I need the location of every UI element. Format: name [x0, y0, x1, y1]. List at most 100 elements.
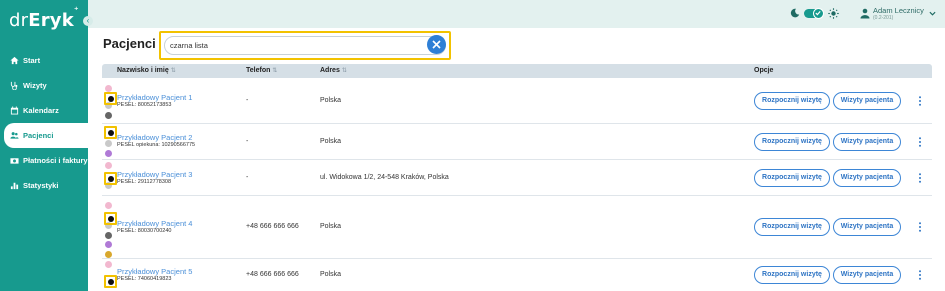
collapse-sidebar-button[interactable]: ‹ [83, 16, 93, 26]
table-row: Przykładowy Pacjent 2 PESEL opiekuna: 10… [102, 124, 932, 160]
sidebar-item-kalendarz[interactable]: Kalendarz [0, 98, 88, 123]
table-header: Nazwisko i imię ⇅ Telefon ⇅ Adres ⇅ Opcje [102, 64, 932, 78]
patient-name-link[interactable]: Przykładowy Pacjent 5 [117, 267, 192, 276]
patient-tags [104, 85, 117, 121]
sidebar-item-label: Płatności i faktury [23, 156, 88, 165]
user-role: (0.2-201) [873, 15, 894, 21]
tag-dot-black [107, 215, 114, 222]
sort-icon: ⇅ [341, 68, 347, 74]
tag-dot-black [107, 175, 114, 182]
toggle-knob [813, 8, 824, 19]
tag-dot-pink [105, 85, 112, 92]
sidebar-item-start[interactable]: Start [0, 48, 88, 73]
tag-dot-purple [105, 149, 112, 157]
tag-dot-pink [105, 261, 112, 268]
chevron-down-icon[interactable] [929, 10, 936, 17]
home-icon [10, 56, 19, 65]
tag-dot-purple [105, 241, 112, 248]
start-visit-button[interactable]: Rozpocznij wizytę [754, 133, 830, 151]
patient-visits-button[interactable]: Wizyty pacjenta [833, 92, 901, 110]
tag-dot-blacklist-highlight [104, 172, 117, 185]
stethoscope-icon [10, 81, 18, 90]
patient-name-link[interactable]: Przykładowy Pacjent 2 [117, 133, 192, 142]
tag-dot-blacklist-highlight [104, 126, 117, 139]
patient-phone: +48 666 666 666 [246, 223, 299, 230]
bar-chart-icon [10, 182, 19, 190]
tag-dot-pink [105, 162, 112, 169]
sidebar-item-label: Kalendarz [23, 106, 59, 115]
more-options-icon[interactable] [918, 137, 922, 147]
start-visit-button[interactable]: Rozpocznij wizytę [754, 92, 830, 110]
column-header-phone[interactable]: Telefon ⇅ [246, 67, 277, 74]
tag-dot-gold [105, 250, 112, 258]
patient-name-link[interactable]: Przykładowy Pacjent 4 [117, 219, 192, 228]
sort-icon: ⇅ [170, 68, 176, 74]
column-header-name[interactable]: Nazwisko i imię ⇅ [117, 67, 176, 74]
patient-pesel: PESEL: 80030700240 [117, 228, 172, 234]
logo-sup: ⁺ [73, 6, 79, 16]
check-icon [815, 11, 821, 16]
column-label: Nazwisko i imię [117, 67, 169, 74]
column-label: Adres [320, 67, 340, 74]
start-visit-button[interactable]: Rozpocznij wizytę [754, 169, 830, 187]
tag-dot-blacklist-highlight [104, 275, 117, 288]
tag-dot-pink [105, 202, 112, 209]
tag-dot-darkgray [105, 231, 112, 239]
tag-dot-gray [105, 140, 112, 147]
sidebar-nav: Start Wizyty Kalendarz Pacjenci Płatnośc… [0, 48, 88, 198]
patient-pesel: PESEL opiekuna: 10290566775 [117, 142, 196, 148]
table-row: Przykładowy Pacjent 1 PESEL: 80052173853… [102, 78, 932, 124]
tag-dot-black [107, 278, 114, 285]
sun-icon [828, 8, 839, 19]
logo-text-thin: dr [9, 10, 29, 31]
user-icon [860, 8, 870, 19]
more-options-icon[interactable] [918, 270, 922, 280]
search-clear-button[interactable] [427, 35, 446, 54]
tag-dot-black [107, 129, 114, 136]
sidebar-item-label: Wizyty [23, 81, 47, 90]
sidebar-item-platnosci[interactable]: Płatności i faktury [0, 148, 88, 173]
patient-name-link[interactable]: Przykładowy Pacjent 1 [117, 93, 192, 102]
more-options-icon[interactable] [918, 96, 922, 106]
start-visit-button[interactable]: Rozpocznij wizytę [754, 218, 830, 236]
tag-dot-black [107, 95, 114, 102]
patient-visits-button[interactable]: Wizyty pacjenta [833, 133, 901, 151]
start-visit-button[interactable]: Rozpocznij wizytę [754, 266, 830, 284]
sidebar-item-pacjenci[interactable]: Pacjenci [4, 123, 88, 148]
patient-address: Polska [320, 271, 342, 278]
patient-pesel: PESEL: 29112778308 [117, 179, 172, 185]
table-row: Przykładowy Pacjent 5 PESEL: 74060419823… [102, 259, 932, 291]
sidebar-item-statystyki[interactable]: Statystyki [0, 173, 88, 198]
sidebar-item-label: Pacjenci [23, 131, 54, 140]
patient-address: ul. Widokowa 1/2, 24-548 Kraków, Polska [320, 174, 449, 181]
more-options-icon[interactable] [918, 173, 922, 183]
moon-icon [790, 8, 800, 18]
column-label: Telefon [246, 67, 271, 74]
column-header-address[interactable]: Adres ⇅ [320, 67, 347, 74]
column-label: Opcje [754, 67, 774, 74]
logo[interactable]: drEryk⁺ [9, 6, 79, 31]
page-title: Pacjenci [103, 36, 156, 51]
patient-visits-button[interactable]: Wizyty pacjenta [833, 266, 901, 284]
theme-toggle[interactable] [804, 8, 824, 19]
patient-visits-button[interactable]: Wizyty pacjenta [833, 169, 901, 187]
patient-tags [104, 162, 117, 192]
patient-address: Polska [320, 223, 342, 230]
tag-dot-blacklist-highlight [104, 92, 117, 105]
sidebar-item-wizyty[interactable]: Wizyty [0, 73, 88, 98]
patient-name-link[interactable]: Przykładowy Pacjent 3 [117, 170, 192, 179]
table-row: Przykładowy Pacjent 3 PESEL: 29112778308… [102, 160, 932, 196]
tag-dot-blacklist-highlight [104, 212, 117, 225]
sidebar: drEryk⁺ Start Wizyty Kalendarz Pacjenci … [0, 0, 88, 291]
patient-tags [104, 261, 117, 288]
more-options-icon[interactable] [918, 222, 922, 232]
sidebar-item-label: Start [23, 56, 41, 65]
search-highlight: czarna lista [159, 31, 451, 60]
search-input[interactable]: czarna lista [164, 36, 446, 55]
patient-phone: +48 666 666 666 [246, 271, 299, 278]
user-name[interactable]: Adam Lecznicy [873, 6, 924, 15]
calendar-icon [10, 106, 19, 115]
patient-visits-button[interactable]: Wizyty pacjenta [833, 218, 901, 236]
column-header-options: Opcje [754, 67, 773, 74]
sort-icon: ⇅ [272, 68, 278, 74]
